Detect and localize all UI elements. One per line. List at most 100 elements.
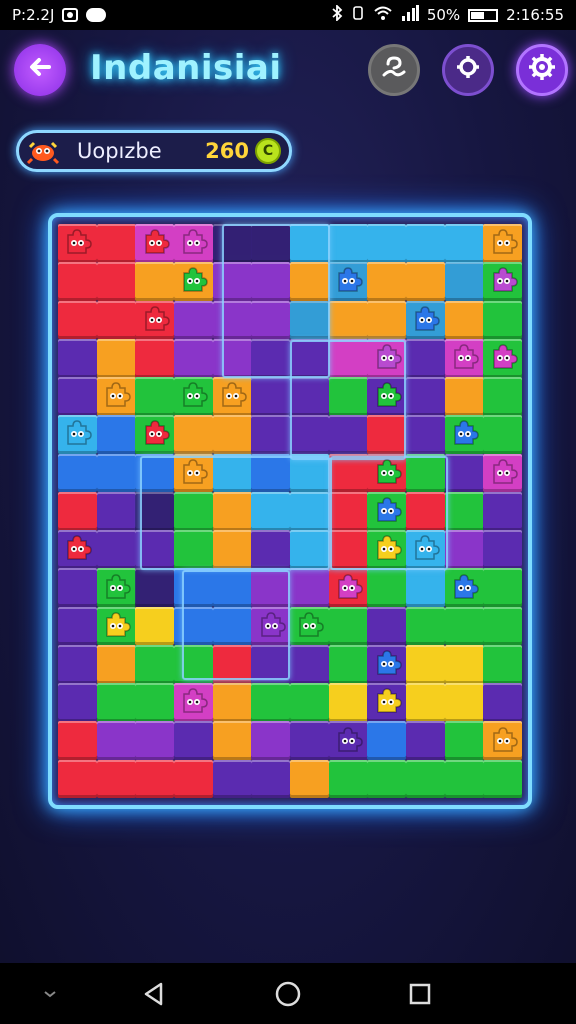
board-tile[interactable] — [406, 262, 446, 302]
board-tile[interactable] — [135, 262, 175, 302]
board-tile[interactable] — [96, 453, 136, 493]
board-tile[interactable] — [328, 300, 368, 340]
puzzle-piece-icon[interactable] — [488, 267, 518, 295]
board-tile[interactable] — [212, 759, 252, 799]
board-tile[interactable] — [96, 759, 136, 799]
board-tile[interactable] — [58, 338, 98, 378]
puzzle-piece-icon[interactable] — [178, 458, 209, 487]
board-tile[interactable] — [483, 759, 523, 799]
puzzle-piece-icon[interactable] — [140, 229, 170, 257]
board-tile[interactable] — [367, 262, 407, 302]
board-tile[interactable] — [406, 568, 446, 608]
board-tile[interactable] — [135, 338, 175, 378]
puzzle-piece-icon[interactable] — [372, 650, 402, 678]
board-tile[interactable] — [58, 721, 98, 761]
board-tile[interactable] — [444, 453, 484, 493]
board-tile[interactable] — [174, 415, 214, 455]
board-tile[interactable] — [483, 568, 523, 608]
puzzle-piece-icon[interactable] — [178, 688, 209, 716]
board-tile[interactable] — [367, 606, 407, 646]
board-tile[interactable] — [251, 377, 291, 416]
puzzle-piece-icon[interactable] — [410, 305, 441, 334]
board-tile[interactable] — [406, 377, 446, 416]
board-tile[interactable] — [251, 415, 291, 455]
board-tile[interactable] — [483, 415, 523, 455]
board-tile[interactable] — [406, 606, 446, 646]
board-tile[interactable] — [212, 683, 252, 722]
board-tile[interactable] — [251, 683, 291, 722]
board-tile[interactable] — [96, 300, 136, 340]
puzzle-piece-icon[interactable] — [140, 420, 170, 448]
board-tile[interactable] — [444, 262, 484, 302]
board-tile[interactable] — [58, 300, 98, 340]
board-tile[interactable] — [290, 568, 330, 608]
puzzle-piece-icon[interactable] — [333, 726, 363, 755]
puzzle-piece-icon[interactable] — [488, 726, 518, 755]
hint-button[interactable] — [368, 44, 420, 96]
puzzle-piece-icon[interactable] — [372, 688, 402, 716]
board-tile[interactable] — [406, 338, 446, 378]
settings-button[interactable] — [516, 44, 568, 96]
puzzle-piece-icon[interactable] — [333, 573, 363, 602]
board-tile[interactable] — [444, 491, 484, 531]
board-tile[interactable] — [483, 491, 523, 531]
board-tile[interactable] — [406, 721, 446, 761]
board-tile[interactable] — [251, 721, 291, 761]
puzzle-piece-icon[interactable] — [101, 382, 131, 410]
puzzle-piece-icon[interactable] — [62, 420, 93, 448]
puzzle-piece-icon[interactable] — [333, 267, 363, 295]
board-tile[interactable] — [96, 415, 136, 455]
board-tile[interactable] — [58, 453, 98, 493]
puzzle-piece-icon[interactable] — [62, 535, 93, 563]
puzzle-piece-icon[interactable] — [256, 612, 286, 640]
board-tile[interactable] — [96, 338, 136, 378]
puzzle-piece-icon[interactable] — [178, 229, 209, 257]
board-tile[interactable] — [96, 491, 136, 531]
back-button[interactable] — [14, 44, 66, 96]
board-tile[interactable] — [58, 644, 98, 684]
board-tile[interactable] — [174, 300, 214, 340]
puzzle-piece-icon[interactable] — [488, 458, 518, 487]
board-tile[interactable] — [58, 377, 98, 416]
board-tile[interactable] — [290, 721, 330, 761]
board-tile[interactable] — [483, 606, 523, 646]
board-tile[interactable] — [58, 568, 98, 608]
nav-home-icon[interactable] — [262, 963, 314, 1024]
puzzle-board[interactable] — [58, 224, 523, 799]
board-tile[interactable] — [135, 759, 175, 799]
board-tile[interactable] — [135, 568, 175, 608]
board-tile[interactable] — [58, 491, 98, 531]
puzzle-piece-icon[interactable] — [449, 420, 479, 448]
board-tile[interactable] — [406, 683, 446, 722]
board-tile[interactable] — [444, 530, 484, 569]
puzzle-piece-icon[interactable] — [178, 382, 209, 410]
board-tile[interactable] — [290, 759, 330, 799]
board-tile[interactable] — [406, 644, 446, 684]
board-tile[interactable] — [444, 721, 484, 761]
board-tile[interactable] — [174, 338, 214, 378]
puzzle-piece-icon[interactable] — [372, 497, 402, 525]
puzzle-piece-icon[interactable] — [372, 458, 402, 487]
board-tile[interactable] — [96, 530, 136, 569]
puzzle-piece-icon[interactable] — [101, 612, 131, 640]
puzzle-piece-icon[interactable] — [449, 344, 479, 372]
board-tile[interactable] — [212, 415, 252, 455]
puzzle-piece-icon[interactable] — [178, 267, 209, 295]
board-tile[interactable] — [367, 300, 407, 340]
board-tile[interactable] — [367, 721, 407, 761]
board-tile[interactable] — [96, 224, 136, 263]
board-tile[interactable] — [367, 568, 407, 608]
puzzle-piece-icon[interactable] — [372, 535, 402, 563]
board-tile[interactable] — [444, 224, 484, 263]
board-tile[interactable] — [96, 683, 136, 722]
board-tile[interactable] — [367, 224, 407, 263]
board-tile[interactable] — [406, 224, 446, 263]
board-tile[interactable] — [328, 606, 368, 646]
board-tile[interactable] — [328, 224, 368, 263]
puzzle-piece-icon[interactable] — [449, 573, 479, 602]
puzzle-piece-icon[interactable] — [101, 573, 131, 602]
board-tile[interactable] — [483, 683, 523, 722]
board-tile[interactable] — [135, 683, 175, 722]
puzzle-piece-icon[interactable] — [62, 229, 93, 257]
puzzle-piece-icon[interactable] — [372, 382, 402, 410]
